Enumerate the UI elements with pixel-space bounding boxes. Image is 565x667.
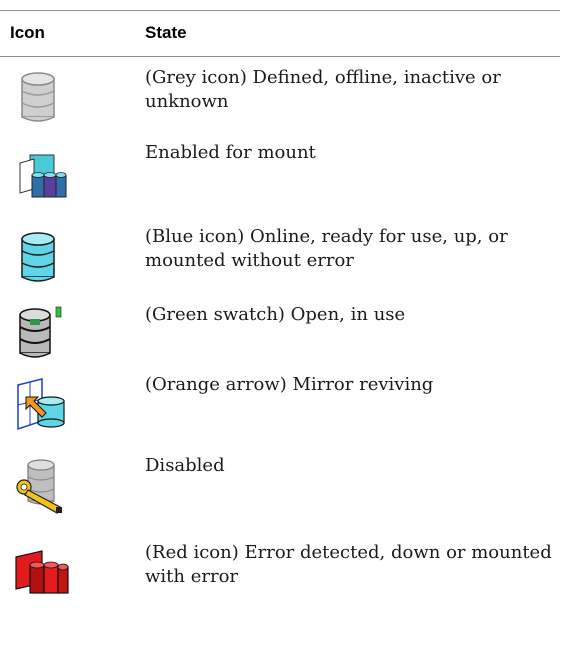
state-text: (Green swatch) Open, in use: [145, 304, 406, 325]
state-text: (Grey icon) Defined, offline, inactive o…: [145, 67, 501, 112]
state-text: (Red icon) Error detected, down or mount…: [145, 542, 552, 587]
table-row: Disabled: [0, 449, 560, 529]
blue-disk-icon: [12, 229, 72, 289]
state-text: (Orange arrow) Mirror reviving: [145, 374, 434, 395]
state-text: (Blue icon) Online, ready for use, up, o…: [145, 226, 508, 271]
green-swatch-disk-icon: [12, 303, 72, 363]
table-row: (Red icon) Error detected, down or mount…: [0, 529, 560, 619]
header-state-label: State: [145, 23, 187, 42]
red-error-icon: [12, 541, 72, 601]
orange-arrow-mirror-icon: [12, 377, 72, 437]
table-row: (Green swatch) Open, in use: [0, 301, 560, 371]
table-row: (Blue icon) Online, ready for use, up, o…: [0, 217, 560, 301]
table-row: Enabled for mount: [0, 139, 560, 217]
icon-state-table: Icon State (Grey icon) Defined, offline,…: [0, 10, 560, 619]
state-text: Disabled: [145, 455, 225, 476]
header-icon-label: Icon: [10, 23, 45, 42]
enabled-mount-icon: [12, 149, 72, 209]
table-row: (Grey icon) Defined, offline, inactive o…: [0, 57, 560, 139]
grey-disk-icon: [12, 69, 72, 129]
table-header: Icon State: [0, 11, 560, 56]
state-text: Enabled for mount: [145, 142, 316, 163]
disabled-wrench-icon: [12, 457, 72, 517]
table-row: (Orange arrow) Mirror reviving: [0, 371, 560, 449]
